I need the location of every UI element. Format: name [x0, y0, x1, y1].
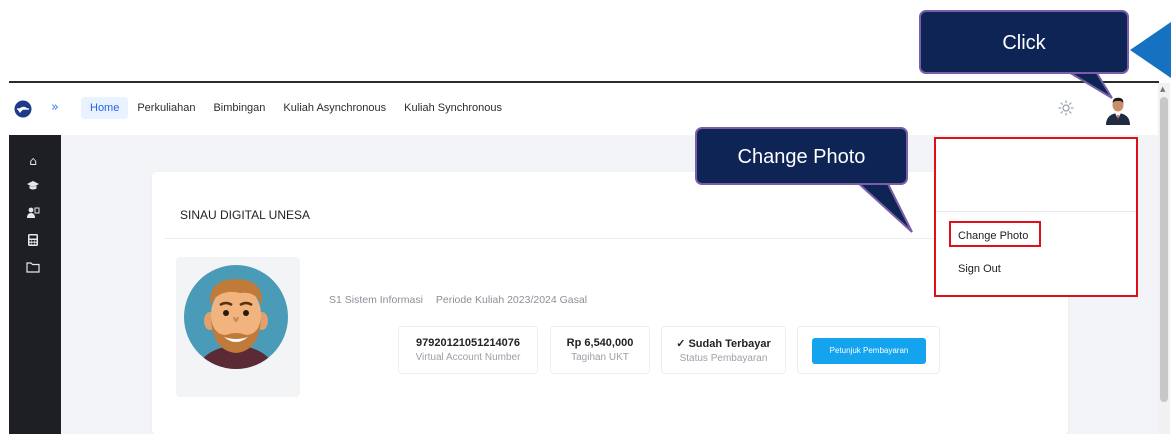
profile-photo[interactable]	[180, 261, 300, 381]
change-photo-callout: Change Photo	[695, 127, 908, 185]
expand-sidebar-button[interactable]: »	[45, 98, 65, 118]
nav-home[interactable]: Home	[81, 97, 129, 119]
nav-kuliah-asynchronous[interactable]: Kuliah Asynchronous	[274, 97, 395, 119]
payment-guide-box: Petunjuk Pembayaran	[797, 326, 940, 374]
tuition-label: Tagihan UKT	[571, 352, 629, 363]
payment-status-label: Status Pembayaran	[679, 353, 768, 364]
payment-status: ✓ Sudah Terbayar	[676, 338, 771, 350]
top-navbar: » Home Perkuliahan Bimbingan Kuliah Asyn…	[9, 83, 1159, 135]
program-info: S1 Sistem Informasi Periode Kuliah 2023/…	[329, 294, 597, 306]
click-callout: Click	[919, 10, 1129, 74]
home-icon[interactable]: ⌂	[24, 152, 42, 170]
app-logo-icon[interactable]	[14, 100, 32, 118]
user-dropdown-menu: Change Photo Sign Out	[934, 137, 1138, 297]
nav-kuliah-synchronous[interactable]: Kuliah Synchronous	[395, 97, 511, 119]
scroll-up-icon[interactable]: ▲	[1160, 85, 1165, 93]
change-photo-highlight-box	[949, 221, 1041, 247]
nav-bimbingan[interactable]: Bimbingan	[204, 97, 274, 119]
main-nav: Home Perkuliahan Bimbingan Kuliah Asynch…	[81, 97, 511, 119]
scrollbar-thumb[interactable]	[1160, 97, 1168, 402]
screen: » Home Perkuliahan Bimbingan Kuliah Asyn…	[0, 0, 1171, 434]
tuition-amount: Rp 6,540,000	[566, 337, 634, 349]
dropdown-divider	[936, 211, 1136, 212]
va-number: 97920121051214076	[415, 337, 520, 349]
user-teacher-icon[interactable]	[24, 206, 42, 224]
nav-perkuliahan[interactable]: Perkuliahan	[128, 97, 204, 119]
profile-card: SINAU DIGITAL UNESA S1 Sistem Informasi …	[152, 172, 1068, 434]
sidebar: ⌂	[9, 135, 61, 434]
callout-arrow-shape	[1130, 22, 1171, 78]
calculator-icon[interactable]	[24, 233, 42, 251]
va-box: 97920121051214076 Virtual Account Number	[398, 326, 538, 374]
period-info: Periode Kuliah 2023/2024 Gasal	[435, 294, 588, 306]
sign-out-menu-item[interactable]: Sign Out	[958, 263, 1001, 275]
card-title: SINAU DIGITAL UNESA	[180, 208, 311, 222]
va-label: Virtual Account Number	[415, 352, 521, 363]
payment-status-box: ✓ Sudah Terbayar Status Pembayaran	[661, 326, 786, 374]
card-divider	[164, 238, 1054, 239]
folder-icon[interactable]	[24, 260, 42, 278]
payment-guide-button[interactable]: Petunjuk Pembayaran	[812, 338, 926, 364]
theme-toggle-sun-icon[interactable]	[1058, 100, 1074, 116]
graduation-cap-icon[interactable]	[24, 179, 42, 197]
tuition-box: Rp 6,540,000 Tagihan UKT	[550, 326, 650, 374]
program-name: S1 Sistem Informasi	[329, 294, 423, 306]
page-scrollbar[interactable]: ▲	[1158, 83, 1170, 434]
